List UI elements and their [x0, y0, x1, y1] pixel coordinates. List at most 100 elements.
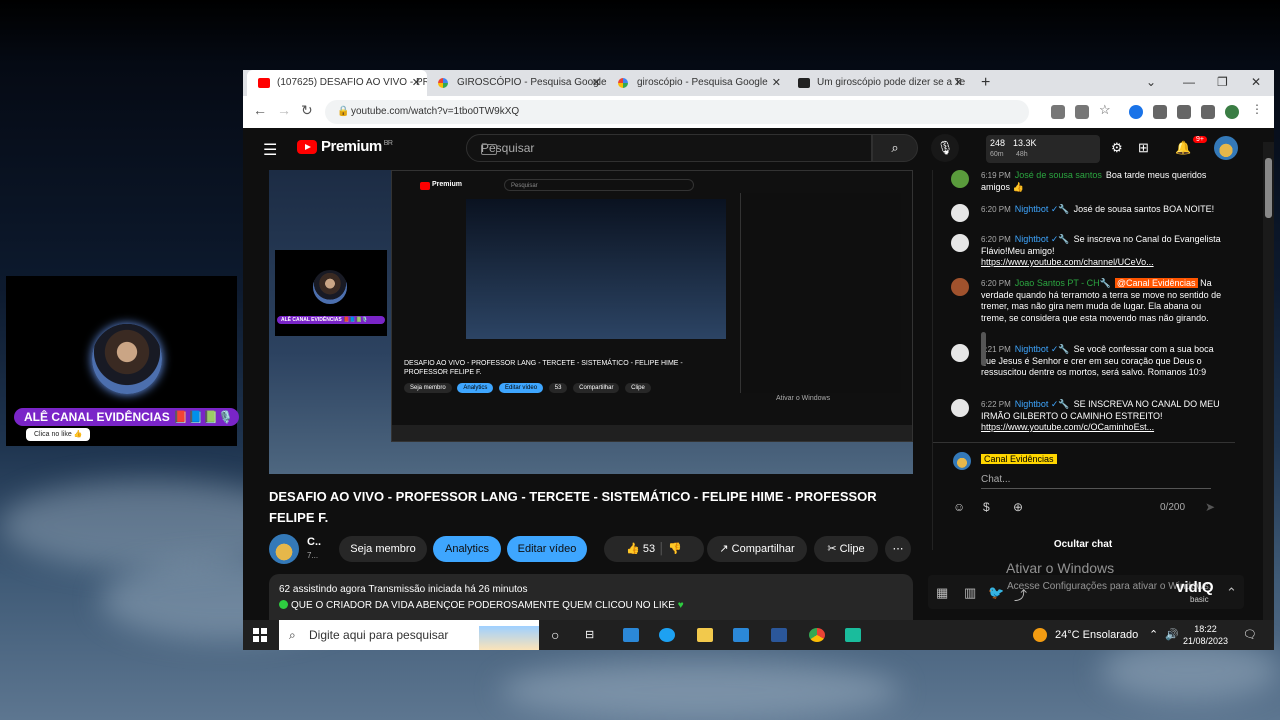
chrome-icon[interactable] [809, 628, 825, 642]
restore-button[interactable]: ❐ [1217, 70, 1228, 94]
word-icon[interactable] [771, 628, 787, 642]
back-button[interactable]: ← [253, 102, 267, 118]
super-chat-icon[interactable]: $ [983, 500, 990, 514]
more-actions-button[interactable]: ⋯ [885, 536, 911, 562]
add-icon[interactable]: ⊕ [1013, 500, 1023, 514]
chat-mention: @Canal Evidências [1114, 278, 1198, 288]
youtube-logo[interactable]: Premium BR [321, 138, 393, 155]
menu-icon[interactable]: ⋮ [1251, 102, 1265, 116]
video-player[interactable]: ALÊ CANAL EVIDÊNCIAS 📕📘📗🎙️ Premium Pesqu… [269, 170, 913, 474]
close-icon[interactable]: ✕ [412, 70, 421, 96]
send-icon[interactable]: ➤ [1205, 500, 1215, 514]
chat-author[interactable]: Joao Santos PT - CH🔧 [1015, 278, 1111, 288]
channel-row: C.. 7... Seja membro Analytics Editar ví… [269, 534, 919, 564]
nightbot-avatar [951, 204, 969, 222]
emoji-icon[interactable]: ☺ [953, 500, 965, 514]
weather-text[interactable]: 24°C Ensolarado [1055, 620, 1138, 650]
close-icon[interactable]: ✕ [592, 70, 601, 96]
dislike-icon[interactable]: 👎 [668, 543, 682, 555]
search-button[interactable]: ⌕ [872, 134, 918, 162]
overlay-channel-name: ALÊ CANAL EVIDÊNCIAS 📕📘📗🎙️ [14, 408, 239, 426]
tab-article[interactable]: Um giroscópio pode dizer se a Te ✕ [787, 70, 969, 96]
scissors-icon: ✂ [827, 543, 840, 555]
speaker-icon[interactable]: 🔊 [1165, 620, 1179, 650]
scrollbar-thumb[interactable] [1265, 158, 1272, 218]
chat-author[interactable]: Nightbot ✓🔧 [1015, 344, 1070, 354]
hamburger-icon[interactable]: ☰ [263, 140, 277, 160]
grid-icon[interactable]: ▦ [936, 585, 948, 601]
tab-strip: (107625) DESAFIO AO VIVO - PR ✕ GIROSCÓP… [243, 70, 1274, 96]
extension-icon[interactable] [1129, 105, 1143, 119]
new-tab-button[interactable]: + [981, 70, 990, 96]
tab-google-search-2[interactable]: giroscópio - Pesquisa Google ✕ [607, 70, 787, 96]
clock-date: 21/08/2023 [1183, 636, 1229, 646]
chat-link[interactable]: https://www.youtube.com/channel/UCeVo... [981, 257, 1154, 267]
search-input[interactable]: Pesquisar [466, 134, 872, 162]
chat-link[interactable]: https://www.youtube.com/c/OCaminhoEst... [981, 422, 1154, 432]
forward-button[interactable]: → [277, 102, 291, 118]
tab-youtube[interactable]: (107625) DESAFIO AO VIVO - PR ✕ [247, 70, 427, 96]
like-icon[interactable]: 👍 [626, 543, 640, 555]
share-icon[interactable] [1075, 105, 1089, 119]
edit-video-button[interactable]: Editar vídeo [507, 536, 587, 562]
sidepanel-icon[interactable] [1201, 105, 1215, 119]
hide-chat-button[interactable]: Ocultar chat [932, 532, 1234, 558]
analytics-button[interactable]: Analytics [433, 536, 501, 562]
mic-icon[interactable]: 🎙 [931, 134, 959, 162]
app-icon[interactable] [845, 628, 861, 642]
chart-icon[interactable]: ▥ [964, 585, 976, 601]
minimize-button[interactable]: — [1183, 70, 1195, 94]
folder-icon[interactable] [697, 628, 713, 642]
user-avatar[interactable] [1214, 136, 1238, 160]
profile-icon[interactable] [1225, 105, 1239, 119]
taskbar-search[interactable]: ⌕ Digite aqui para pesquisar [279, 620, 539, 650]
cortana-icon[interactable]: ○ [551, 620, 559, 650]
vidiq-stats[interactable]: 248 13.3K 60m 48h [986, 135, 1100, 163]
stat-subs: 13.3K [1013, 138, 1037, 148]
clip-button[interactable]: ✂ Clipe [814, 536, 878, 562]
chat-author[interactable]: Nightbot ✓🔧 [1015, 204, 1070, 214]
keyboard-icon[interactable] [481, 144, 497, 155]
screen-capture-player [466, 199, 726, 339]
chevron-down-icon[interactable]: ⌄ [1146, 70, 1156, 94]
chat-scrollbar[interactable] [981, 332, 986, 366]
reload-button[interactable]: ↻ [301, 102, 313, 119]
chat-input[interactable]: Chat... [981, 474, 1211, 489]
windows-start-icon[interactable] [253, 628, 267, 642]
bell-icon[interactable]: 🔔 [1175, 140, 1191, 156]
close-icon[interactable]: ✕ [954, 70, 963, 96]
install-icon[interactable] [1051, 105, 1065, 119]
share-button[interactable]: ↗ Compartilhar [707, 536, 807, 562]
join-button[interactable]: Seja membro [339, 536, 427, 562]
description-text: QUE O CRIADOR DA VIDA ABENÇOE PODEROSAME… [279, 600, 684, 611]
clock[interactable]: 18:22 21/08/2023 [1183, 623, 1228, 647]
close-icon[interactable]: ✕ [772, 70, 781, 96]
overlay-like-tag: Clica no like 👍 [26, 428, 91, 441]
mail-icon[interactable] [623, 628, 639, 642]
address-bar[interactable]: 🔒 youtube.com/watch?v=1tbo0TW9kXQ [325, 100, 1029, 124]
video-title: DESAFIO AO VIVO - PROFESSOR LANG - TERCE… [269, 489, 877, 525]
tab-google-search[interactable]: GIROSCÓPIO - Pesquisa Google ✕ [427, 70, 607, 96]
vidiq-tools-icon[interactable]: ⚙ [1111, 140, 1123, 156]
tray-chevron-icon[interactable]: ⌃ [1149, 620, 1158, 650]
task-view-icon[interactable]: ⊟ [585, 620, 594, 650]
create-icon[interactable]: ⊞ [1138, 140, 1149, 156]
channel-name[interactable]: C.. [307, 536, 321, 548]
edge-icon[interactable] [659, 628, 675, 642]
video-webcam: ALÊ CANAL EVIDÊNCIAS 📕📘📗🎙️ [275, 250, 387, 336]
vidiq-collapse-icon[interactable]: ⌃ [1226, 585, 1237, 601]
youtube-logo-icon[interactable] [297, 140, 317, 154]
close-window-button[interactable]: ✕ [1251, 70, 1261, 94]
chat-author[interactable]: José de sousa santos [1015, 170, 1102, 180]
like-count[interactable]: 53 [643, 543, 655, 555]
puzzle-icon[interactable] [1153, 105, 1167, 119]
star-icon[interactable]: ☆ [1099, 102, 1113, 117]
chat-author[interactable]: Nightbot ✓🔧 [1015, 399, 1070, 409]
twitter-icon[interactable]: 🐦 [988, 585, 1004, 601]
chat-author[interactable]: Nightbot ✓🔧 [1015, 234, 1070, 244]
channel-avatar[interactable] [269, 534, 299, 564]
page-scrollbar[interactable] [1263, 142, 1274, 622]
media-icon[interactable] [1177, 105, 1191, 119]
notifications-icon[interactable]: 🗨 [1243, 620, 1257, 650]
store-icon[interactable] [733, 628, 749, 642]
